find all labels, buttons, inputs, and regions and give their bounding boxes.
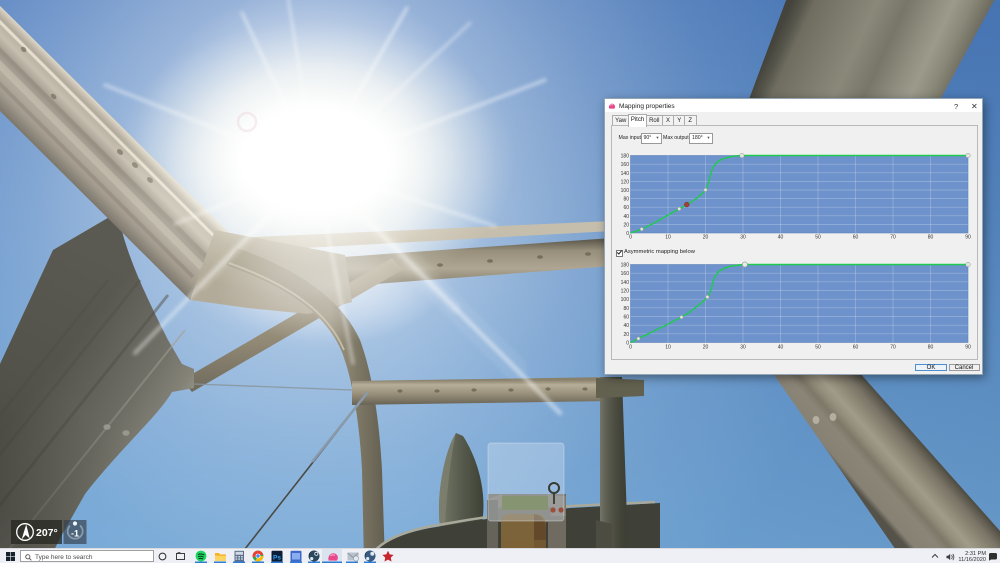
svg-text:60: 60 <box>623 315 629 321</box>
svg-text:40: 40 <box>623 214 629 220</box>
svg-text:140: 140 <box>620 280 629 286</box>
svg-text:80: 80 <box>623 306 629 312</box>
svg-text:40: 40 <box>623 323 629 329</box>
svg-text:50: 50 <box>815 345 821 351</box>
svg-text:20: 20 <box>702 345 708 351</box>
svg-text:80: 80 <box>927 235 933 240</box>
svg-text:10: 10 <box>665 345 671 351</box>
svg-text:207°: 207° <box>36 527 58 539</box>
svg-text:30: 30 <box>740 345 746 351</box>
svg-text:160: 160 <box>620 162 629 168</box>
svg-text:20: 20 <box>623 332 629 338</box>
svg-text:60: 60 <box>623 205 629 211</box>
svg-text:100: 100 <box>620 188 629 194</box>
svg-text:30: 30 <box>740 235 746 240</box>
svg-text:70: 70 <box>890 345 896 351</box>
svg-text:140: 140 <box>620 171 629 177</box>
svg-text:120: 120 <box>620 179 629 185</box>
svg-text:180: 180 <box>620 154 629 160</box>
svg-text:80: 80 <box>927 345 933 351</box>
svg-text:160: 160 <box>620 271 629 277</box>
svg-text:40: 40 <box>777 235 783 240</box>
svg-text:0: 0 <box>629 345 632 351</box>
svg-text:120: 120 <box>620 289 629 295</box>
svg-text:10: 10 <box>665 235 671 240</box>
svg-text:20: 20 <box>702 235 708 240</box>
svg-text:60: 60 <box>852 345 858 351</box>
svg-text:40: 40 <box>777 345 783 351</box>
svg-text:90: 90 <box>965 345 971 351</box>
svg-text:90: 90 <box>965 235 971 240</box>
svg-text:0: 0 <box>629 235 632 240</box>
svg-text:60: 60 <box>852 235 858 240</box>
svg-text:180: 180 <box>620 263 629 269</box>
svg-text:80: 80 <box>623 197 629 203</box>
svg-text:20: 20 <box>623 222 629 228</box>
svg-text:50: 50 <box>815 235 821 240</box>
svg-text:70: 70 <box>890 235 896 240</box>
svg-text:-1: -1 <box>71 529 79 539</box>
svg-text:100: 100 <box>620 297 629 303</box>
